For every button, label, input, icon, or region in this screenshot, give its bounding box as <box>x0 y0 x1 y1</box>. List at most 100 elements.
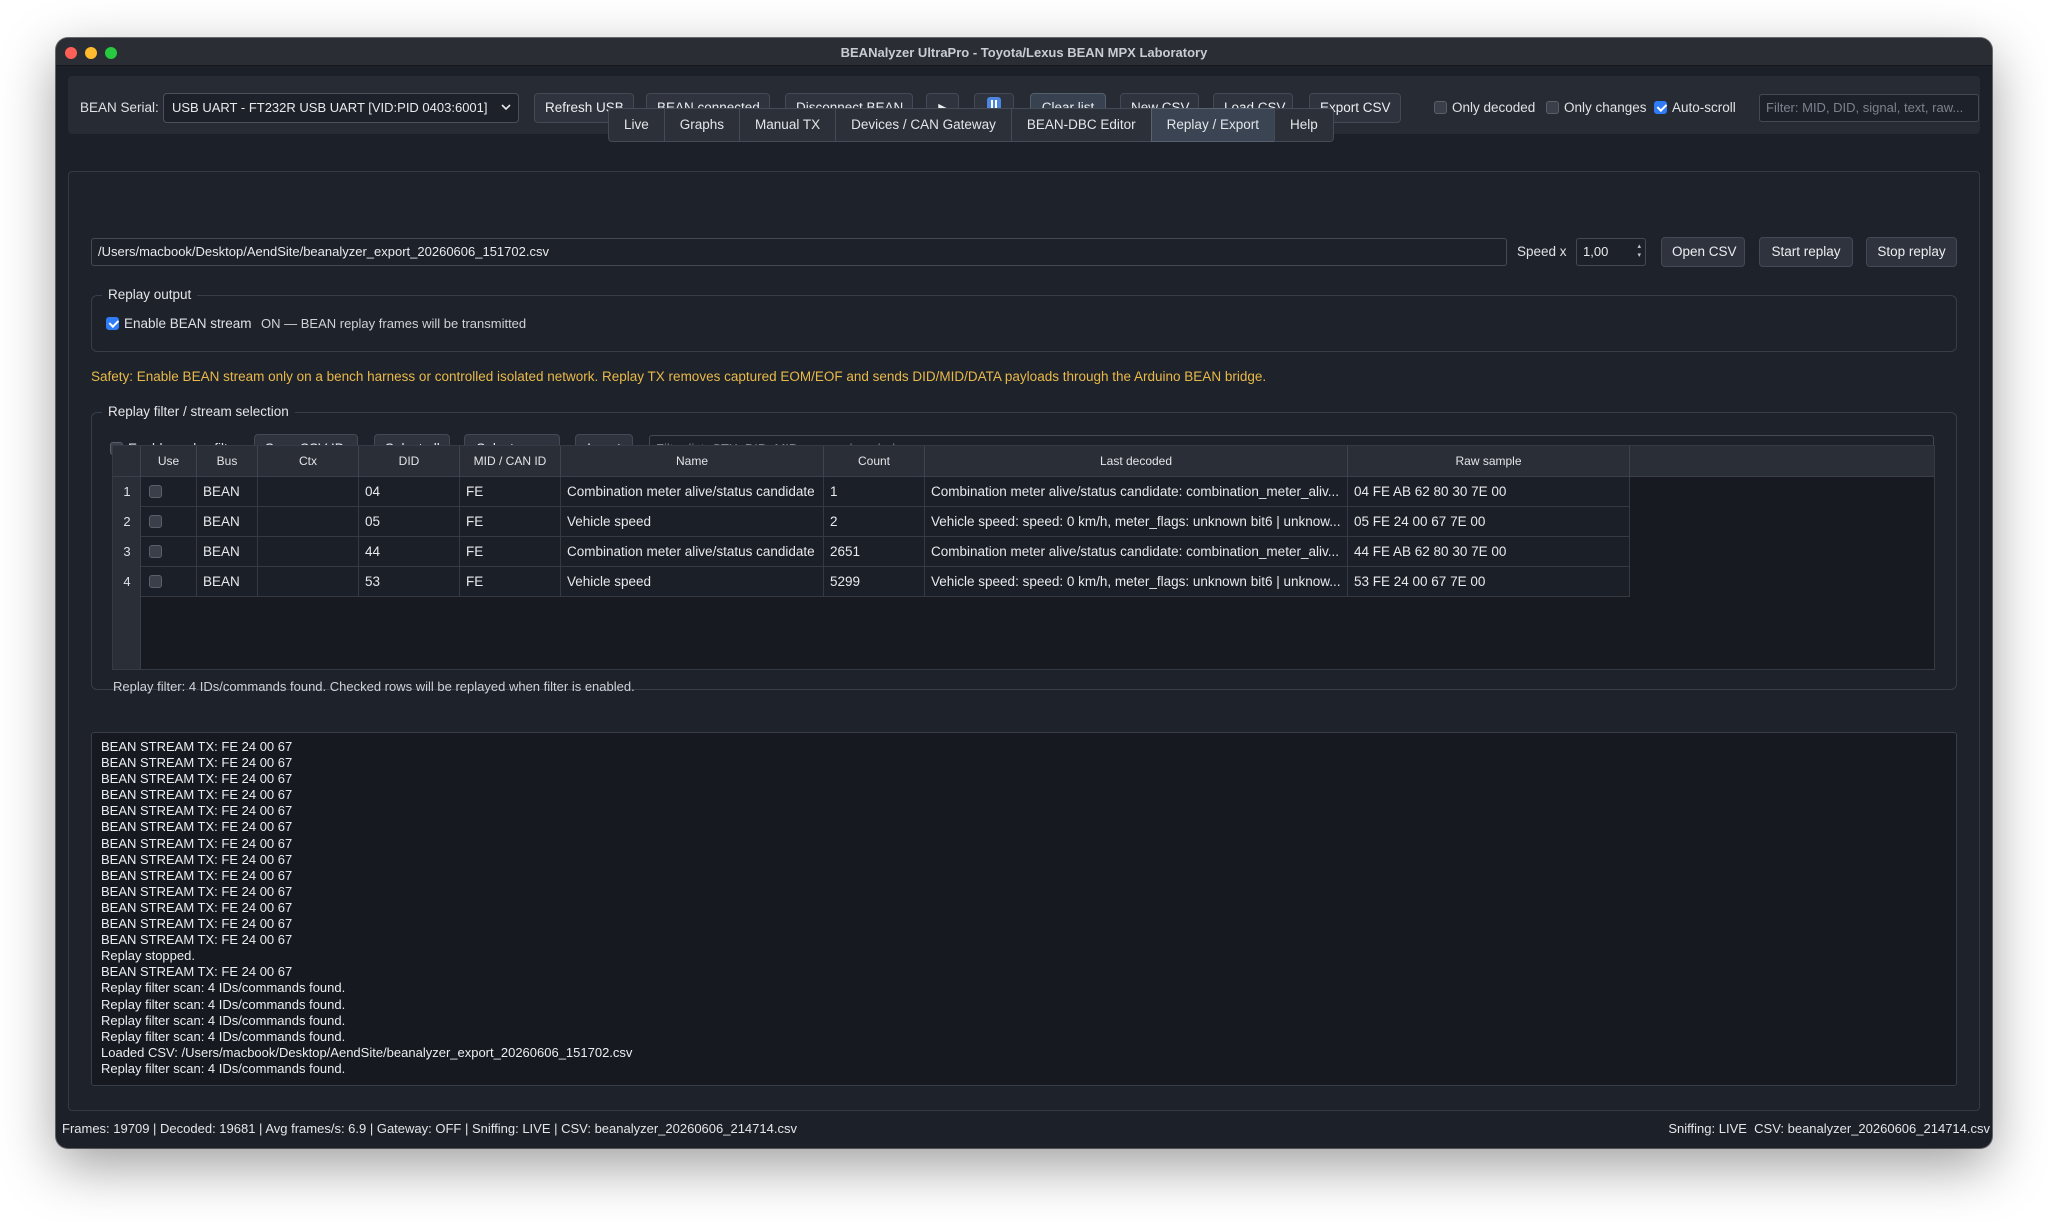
column-header-use[interactable]: Use <box>141 446 197 477</box>
replay-output-group: Replay output Enable BEAN stream ON — BE… <box>91 287 1957 352</box>
table-row[interactable]: 3 BEAN 44 FE Combination meter alive/sta… <box>113 537 1630 567</box>
table-row[interactable]: 1 BEAN 04 FE Combination meter alive/sta… <box>113 477 1630 507</box>
mid-cell: FE <box>460 567 561 597</box>
row-number: 2 <box>123 514 131 529</box>
column-header-last-decoded[interactable]: Last decoded <box>925 446 1348 477</box>
tab-manual-tx[interactable]: Manual TX <box>739 108 837 142</box>
row-check-icon[interactable] <box>149 574 162 588</box>
bus-cell: BEAN <box>197 477 258 507</box>
tab-live[interactable]: Live <box>608 108 665 142</box>
count-cell: 5299 <box>824 567 925 597</box>
bus-cell: BEAN <box>197 537 258 567</box>
tab-replay-export[interactable]: Replay / Export <box>1150 108 1275 142</box>
column-header-ctx[interactable]: Ctx <box>258 446 359 477</box>
speed-spinbox[interactable]: 1,00 ▴ ▾ <box>1576 238 1646 266</box>
speed-label: Speed x <box>1517 244 1567 259</box>
replay-filter-title: Replay filter / stream selection <box>102 404 295 419</box>
ctx-cell <box>258 477 359 507</box>
bus-cell: BEAN <box>197 507 258 537</box>
log-line: Replay filter scan: 4 IDs/commands found… <box>101 1028 346 1044</box>
use-cell[interactable] <box>141 567 197 597</box>
safety-warning: Safety: Enable BEAN stream only on a ben… <box>91 369 1267 384</box>
replay-file-path-input[interactable]: /Users/macbook/Desktop/AendSite/beanalyz… <box>91 238 1507 266</box>
raw-cell: 53 FE 24 00 67 7E 00 <box>1348 567 1630 597</box>
count-cell: 2 <box>824 507 925 537</box>
serial-port-select[interactable]: USB UART - FT232R USB UART [VID:PID 0403… <box>163 93 519 123</box>
log-line: BEAN STREAM TX: FE 24 00 67 <box>101 803 293 819</box>
name-cell: Vehicle speed <box>561 567 824 597</box>
open-csv-button[interactable]: Open CSV <box>1661 237 1745 267</box>
bus-cell: BEAN <box>197 567 258 597</box>
tab-bean-dbc-editor[interactable]: BEAN-DBC Editor <box>1010 108 1152 142</box>
auto-scroll-check-icon <box>1654 100 1667 114</box>
raw-cell: 44 FE AB 62 80 30 7E 00 <box>1348 537 1630 567</box>
use-cell[interactable] <box>141 537 197 567</box>
column-header-count[interactable]: Count <box>824 446 925 477</box>
log-line: BEAN STREAM TX: FE 24 00 67 <box>101 899 293 915</box>
name-cell: Combination meter alive/status candidate <box>561 537 824 567</box>
log-line: BEAN STREAM TX: FE 24 00 67 <box>101 787 293 803</box>
row-check-icon[interactable] <box>149 484 162 498</box>
only-decoded-label: Only decoded <box>1452 100 1536 115</box>
table-row[interactable]: 2 BEAN 05 FE Vehicle speed 2 Vehicle spe… <box>113 507 1630 537</box>
log-line: BEAN STREAM TX: FE 24 00 67 <box>101 932 293 948</box>
use-cell[interactable] <box>141 477 197 507</box>
log-line: BEAN STREAM TX: FE 24 00 67 <box>101 916 293 932</box>
only-changes-checkbox[interactable]: Only changes <box>1546 93 1647 123</box>
count-cell: 1 <box>824 477 925 507</box>
name-cell: Combination meter alive/status candidate <box>561 477 824 507</box>
raw-cell: 05 FE 24 00 67 7E 00 <box>1348 507 1630 537</box>
log-line: BEAN STREAM TX: FE 24 00 67 <box>101 851 293 867</box>
mid-cell: FE <box>460 537 561 567</box>
log-line: BEAN STREAM TX: FE 24 00 67 <box>101 819 293 835</box>
log-line: BEAN STREAM TX: FE 24 00 67 <box>101 835 293 851</box>
row-check-icon[interactable] <box>149 514 162 528</box>
stepper-arrows-icon[interactable]: ▴ ▾ <box>1637 242 1641 260</box>
name-cell: Vehicle speed <box>561 507 824 537</box>
column-header-raw-sample[interactable]: Raw sample <box>1348 446 1630 477</box>
log-line: BEAN STREAM TX: FE 24 00 67 <box>101 755 293 771</box>
tab-graphs[interactable]: Graphs <box>663 108 741 142</box>
row-number: 4 <box>123 574 131 589</box>
table-header: Use Bus Ctx DID MID / CAN ID Name Count … <box>113 446 1934 477</box>
ctx-cell <box>258 567 359 597</box>
stop-replay-button[interactable]: Stop replay <box>1866 237 1957 267</box>
column-header-name[interactable]: Name <box>561 446 824 477</box>
only-decoded-check-icon <box>1434 100 1447 114</box>
log-line: Replay filter scan: 4 IDs/commands found… <box>101 1012 346 1028</box>
start-replay-button[interactable]: Start replay <box>1759 237 1853 267</box>
column-header-mid[interactable]: MID / CAN ID <box>460 446 561 477</box>
log-line: BEAN STREAM TX: FE 24 00 67 <box>101 739 293 754</box>
chevron-down-icon <box>500 94 512 122</box>
row-check-icon[interactable] <box>149 544 162 558</box>
only-changes-label: Only changes <box>1564 100 1647 115</box>
column-header-bus[interactable]: Bus <box>197 446 258 477</box>
serial-label: BEAN Serial: <box>80 100 159 115</box>
only-changes-check-icon <box>1546 100 1559 114</box>
ctx-cell <box>258 507 359 537</box>
count-cell: 2651 <box>824 537 925 567</box>
only-decoded-checkbox[interactable]: Only decoded <box>1434 93 1535 123</box>
main-tabs: Live Graphs Manual TX Devices / CAN Gate… <box>608 108 1334 142</box>
event-log[interactable]: BEAN STREAM TX: FE 24 00 67 BEAN STREAM … <box>91 732 1957 1086</box>
column-header-did[interactable]: DID <box>359 446 460 477</box>
tab-help[interactable]: Help <box>1273 108 1334 142</box>
did-cell: 04 <box>359 477 460 507</box>
use-cell[interactable] <box>141 507 197 537</box>
mid-cell: FE <box>460 507 561 537</box>
log-line: Loaded CSV: /Users/macbook/Desktop/AendS… <box>101 1044 633 1060</box>
row-number: 3 <box>123 544 131 559</box>
table-row[interactable]: 4 BEAN 53 FE Vehicle speed 5299 Vehicle … <box>113 567 1630 597</box>
did-cell: 44 <box>359 537 460 567</box>
decoded-cell: Vehicle speed: speed: 0 km/h, meter_flag… <box>925 507 1348 537</box>
raw-cell: 04 FE AB 62 80 30 7E 00 <box>1348 477 1630 507</box>
tab-devices-can-gateway[interactable]: Devices / CAN Gateway <box>835 108 1012 142</box>
corner-cell <box>113 446 141 477</box>
enable-bean-stream-checkbox[interactable]: Enable BEAN stream <box>106 309 252 339</box>
toolbar-filter-input[interactable]: Filter: MID, DID, signal, text, raw... <box>1759 94 1979 122</box>
auto-scroll-checkbox[interactable]: Auto-scroll <box>1654 93 1736 123</box>
auto-scroll-label: Auto-scroll <box>1672 100 1736 115</box>
filter-status-text: Replay filter: 4 IDs/commands found. Che… <box>113 679 635 694</box>
log-line: Replay filter scan: 4 IDs/commands found… <box>101 980 346 996</box>
replay-filter-table: Use Bus Ctx DID MID / CAN ID Name Count … <box>112 445 1935 670</box>
